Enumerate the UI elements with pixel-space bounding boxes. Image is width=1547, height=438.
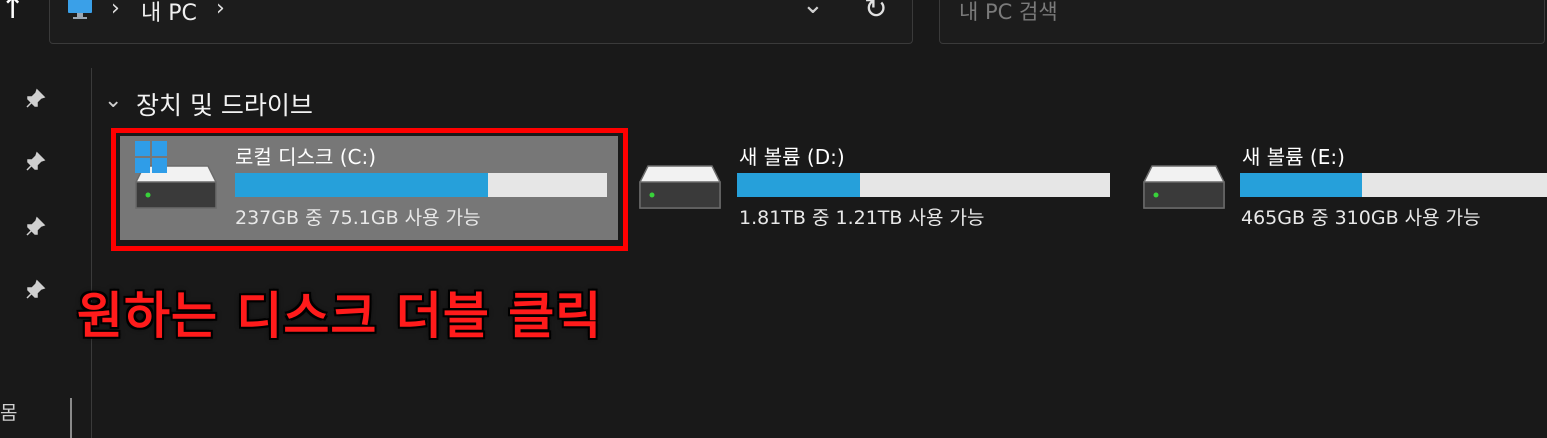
drive-usage-fill <box>737 173 861 197</box>
drive-usage-fill <box>1240 173 1362 197</box>
chevron-down-icon[interactable]: ⌄ <box>802 0 824 20</box>
breadcrumb-separator-trailing[interactable]: › <box>216 0 225 21</box>
nav-item-partial[interactable]: 몸 <box>0 398 17 425</box>
nav-scrollbar[interactable] <box>70 398 72 438</box>
section-title[interactable]: 장치 및 드라이브 <box>136 86 313 122</box>
pin-icon[interactable] <box>24 151 46 173</box>
drive-free-space: 465GB 중 310GB 사용 가능 <box>1241 207 1481 229</box>
drive-name: 새 볼륨 (D:) <box>739 145 845 169</box>
pin-icon[interactable] <box>24 279 46 301</box>
callout-text: 원하는 디스크 더블 클릭 <box>77 287 603 345</box>
pin-icon[interactable] <box>24 88 46 110</box>
section-collapse-chevron-icon[interactable]: ⌄ <box>104 88 122 113</box>
computer-icon <box>68 0 92 19</box>
pin-icon[interactable] <box>24 216 46 238</box>
breadcrumb-separator[interactable]: › <box>111 0 120 21</box>
drive-free-space: 1.81TB 중 1.21TB 사용 가능 <box>739 207 985 229</box>
hard-drive-icon <box>1143 165 1225 209</box>
nav-pane-divider[interactable] <box>91 68 92 438</box>
drive-usage-bar <box>737 173 1110 197</box>
highlight-box <box>111 128 628 251</box>
up-arrow-icon[interactable]: ↑ <box>0 0 25 24</box>
refresh-icon[interactable]: ↻ <box>864 0 887 25</box>
hard-drive-icon <box>639 165 721 209</box>
drive-usage-bar <box>1240 173 1547 197</box>
drive-name: 새 볼륨 (E:) <box>1242 145 1345 169</box>
breadcrumb-this-pc[interactable]: 내 PC <box>141 0 197 27</box>
search-placeholder: 내 PC 검색 <box>959 0 1058 24</box>
